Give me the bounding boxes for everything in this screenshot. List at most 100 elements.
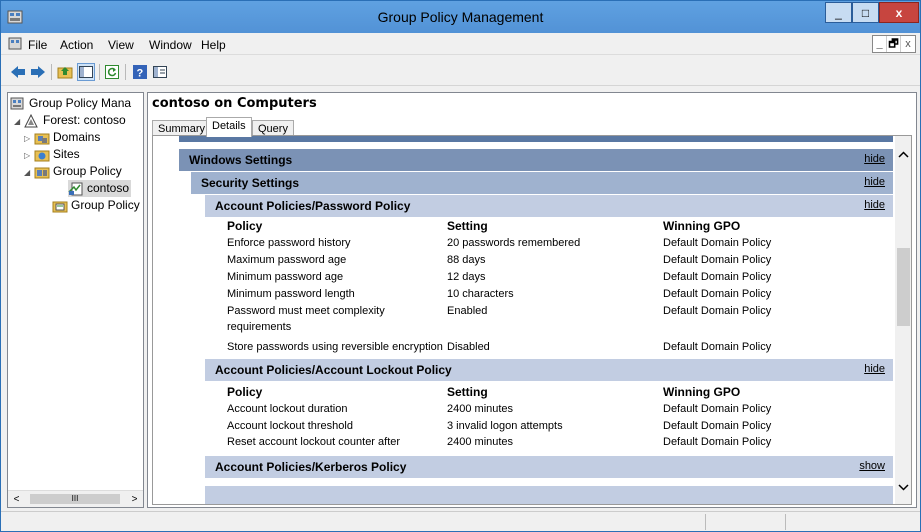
show-link[interactable]: show <box>859 460 885 472</box>
section-title: Security Settings <box>201 176 300 190</box>
tree-horizontal-scrollbar[interactable]: < III > <box>8 490 143 507</box>
tree-item-label: Forest: contoso <box>43 113 126 127</box>
winning-gpo: Default Domain Policy <box>663 288 772 300</box>
section-band-partial <box>179 136 893 142</box>
report-vertical-scrollbar[interactable] <box>895 136 911 504</box>
tree-item-forest[interactable]: ◢ Forest: contoso <box>14 112 126 129</box>
menu-view[interactable]: View <box>108 38 134 52</box>
menu-file[interactable]: File <box>28 38 47 52</box>
policy-setting: 3 invalid logon attempts <box>447 420 563 432</box>
tree-pane[interactable]: Group Policy Mana ◢ Forest: contoso ▷ Doma… <box>7 92 144 508</box>
tree-item-contoso[interactable]: contoso <box>68 180 132 197</box>
hide-link[interactable]: hide <box>864 199 885 211</box>
refresh-icon[interactable] <box>103 63 121 81</box>
scroll-thumb[interactable] <box>897 248 910 326</box>
policy-setting: 88 days <box>447 254 486 266</box>
sites-folder-icon <box>34 148 50 162</box>
gp-modeling-icon <box>34 165 50 179</box>
expand-arrow-icon[interactable]: ▷ <box>24 130 34 147</box>
title-bar[interactable]: Group Policy Management _ □ x <box>1 1 920 33</box>
tree-item-gp-modeling[interactable]: ◢ Group Policy <box>24 163 122 180</box>
policy-name: Account lockout duration <box>227 403 348 415</box>
tree-item-label: contoso <box>87 181 130 195</box>
winning-gpo: Default Domain Policy <box>663 254 772 266</box>
hide-link[interactable]: hide <box>864 153 885 165</box>
expand-arrow-icon[interactable]: ▷ <box>24 147 34 164</box>
settings-report: Windows Settings hide Security Settings … <box>165 136 893 504</box>
hide-link[interactable]: hide <box>864 176 885 188</box>
status-cell <box>705 514 785 530</box>
policy-name: Reset account lockout counter after <box>227 436 401 448</box>
policy-name: Minimum password age <box>227 271 344 283</box>
up-folder-icon[interactable] <box>56 63 74 81</box>
policy-name: Password must meet complexity <box>227 305 385 317</box>
tree-item-label: Domains <box>53 130 101 144</box>
winning-gpo: Default Domain Policy <box>663 436 772 448</box>
tree-item-domains[interactable]: ▷ Domains <box>24 129 100 146</box>
mdi-minimize-button[interactable]: _ <box>873 36 887 52</box>
menu-help[interactable]: Help <box>201 38 226 52</box>
status-bar <box>1 511 920 531</box>
report-frame: Windows Settings hide Security Settings … <box>152 135 912 505</box>
toolbar: ? <box>1 56 920 86</box>
policy-name: Store passwords using reversible encrypt… <box>227 341 443 353</box>
policy-name-continued: requirements <box>227 321 292 333</box>
policy-setting: 12 days <box>447 271 486 283</box>
winning-gpo: Default Domain Policy <box>663 237 772 249</box>
section-title: Account Policies/Account Lockout Policy <box>215 363 452 377</box>
domains-folder-icon <box>34 131 50 145</box>
tree-item-gpm-root[interactable]: Group Policy Mana <box>10 95 131 112</box>
mdi-restore-button[interactable]: 🗗 <box>887 36 901 52</box>
system-menu-icon[interactable] <box>8 37 22 51</box>
scroll-up-icon[interactable] <box>895 146 911 163</box>
app-window: Group Policy Management _ □ x File Actio… <box>0 0 921 532</box>
policy-setting: 2400 minutes <box>447 436 514 448</box>
section-title: Account Policies/Password Policy <box>215 199 411 213</box>
tree-item-label: Group Policy <box>53 164 122 178</box>
scroll-thumb[interactable]: III <box>30 494 120 504</box>
close-button[interactable]: x <box>879 2 919 23</box>
help-icon[interactable]: ? <box>131 63 149 81</box>
show-hide-tree-icon[interactable] <box>77 63 95 81</box>
minimize-button[interactable]: _ <box>825 2 852 23</box>
winning-gpo: Default Domain Policy <box>663 420 772 432</box>
policy-name: Maximum password age <box>227 254 347 266</box>
mdi-close-button[interactable]: x <box>901 36 915 52</box>
back-arrow-icon[interactable] <box>9 63 27 81</box>
menu-action[interactable]: Action <box>60 38 93 52</box>
mdi-window-controls: _ 🗗 x <box>872 35 916 53</box>
toolbar-separator <box>51 64 52 80</box>
next-section-header-partial <box>205 486 893 504</box>
security-settings-header: Security Settings hide <box>191 172 893 194</box>
tree-item-gp-results[interactable]: Group Policy <box>52 197 140 214</box>
tree-item-sites[interactable]: ▷ Sites <box>24 146 80 163</box>
forward-arrow-icon[interactable] <box>29 63 47 81</box>
winning-gpo: Default Domain Policy <box>663 403 772 415</box>
collapse-arrow-icon[interactable]: ◢ <box>14 113 24 130</box>
column-header-setting: Setting <box>447 219 488 233</box>
window-title: Group Policy Management <box>377 9 544 25</box>
policy-setting: Disabled <box>447 341 490 353</box>
section-title: Windows Settings <box>189 153 293 167</box>
scroll-down-icon[interactable] <box>895 479 911 496</box>
column-header-setting: Setting <box>447 385 488 399</box>
scroll-right-icon[interactable]: > <box>126 491 143 507</box>
policy-setting: Enabled <box>447 305 488 317</box>
toolbar-separator <box>99 64 100 80</box>
tab-details[interactable]: Details <box>206 117 252 137</box>
tree-item-label: Group Policy Mana <box>29 96 132 110</box>
collapse-arrow-icon[interactable]: ◢ <box>24 164 34 181</box>
column-header-policy: Policy <box>227 219 263 233</box>
hide-link[interactable]: hide <box>864 363 885 375</box>
scroll-left-icon[interactable]: < <box>8 491 25 507</box>
gp-results-icon <box>52 199 68 213</box>
tree-item-label: Sites <box>53 147 80 161</box>
toolbar-separator <box>125 64 126 80</box>
properties-icon[interactable] <box>151 63 169 81</box>
maximize-button[interactable]: □ <box>852 2 879 23</box>
menu-window[interactable]: Window <box>149 38 192 52</box>
policy-setting: 10 characters <box>447 288 514 300</box>
policy-name: Account lockout threshold <box>227 420 353 432</box>
column-header-winning-gpo: Winning GPO <box>663 385 741 399</box>
winning-gpo: Default Domain Policy <box>663 305 772 317</box>
